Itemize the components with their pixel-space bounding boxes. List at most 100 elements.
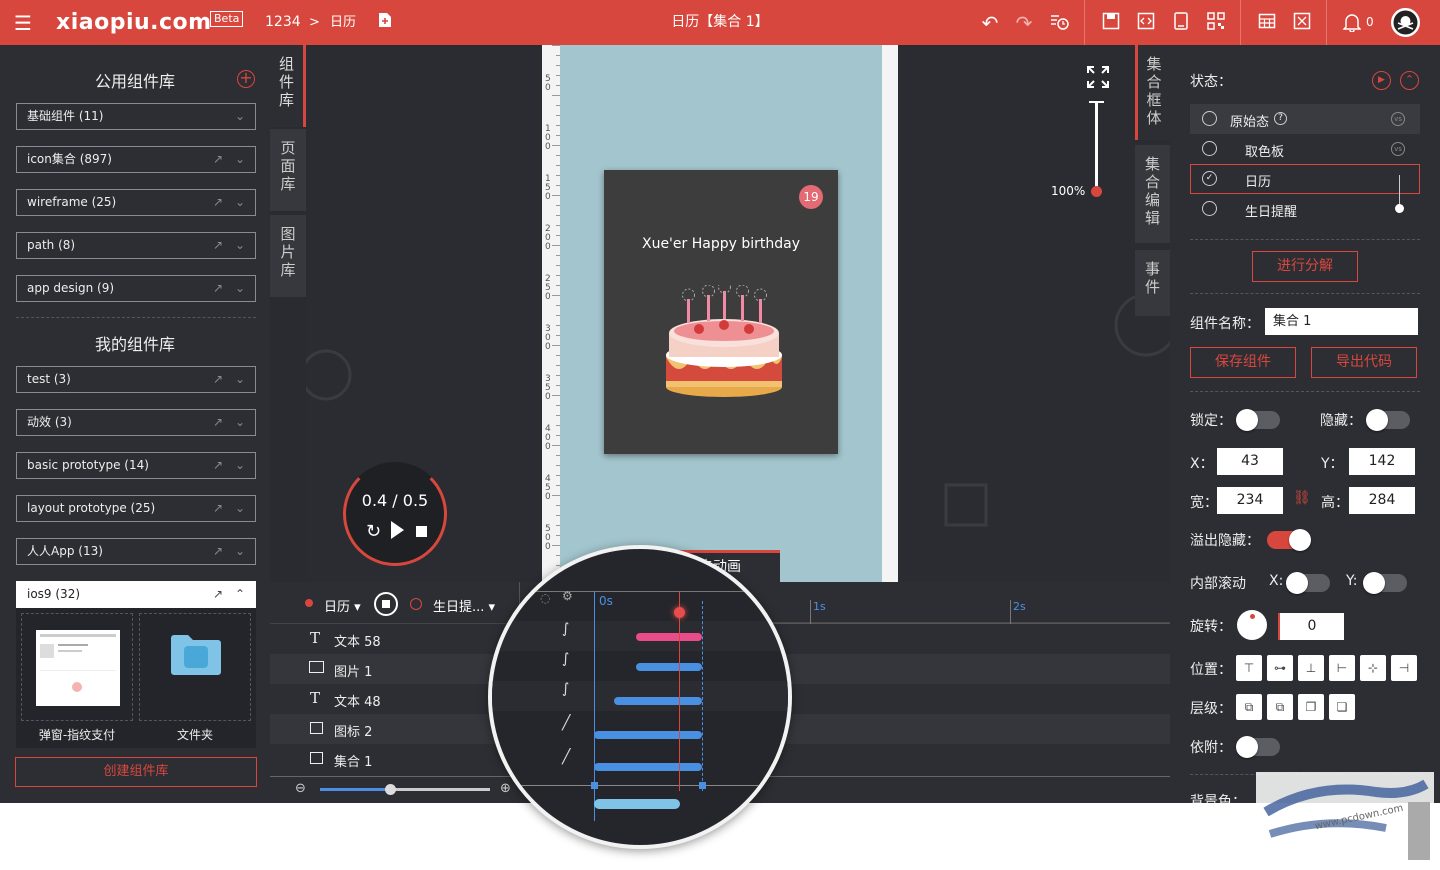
- tab-page-library[interactable]: 页面库: [270, 129, 306, 211]
- bring-forward-icon[interactable]: ⧉: [1267, 694, 1293, 720]
- y-input[interactable]: 142: [1349, 448, 1415, 475]
- linear-curve-icon[interactable]: ╱: [562, 715, 570, 731]
- range-end-handle[interactable]: [699, 782, 706, 789]
- easing-settings-icon[interactable]: ⚙: [562, 589, 573, 603]
- redo-icon[interactable]: ↷: [1013, 12, 1035, 34]
- stop-icon[interactable]: [416, 526, 427, 537]
- library-item-expanded[interactable]: ios9 (32) ↗ ⌃: [16, 581, 256, 608]
- x-input[interactable]: 43: [1217, 448, 1283, 475]
- timeline-bar-icon2[interactable]: [594, 731, 702, 739]
- add-library-icon[interactable]: +: [237, 70, 255, 88]
- zoom-in-icon[interactable]: ⊕: [500, 781, 511, 796]
- overflow-hidden-toggle[interactable]: [1267, 529, 1311, 551]
- avatar[interactable]: [1391, 8, 1420, 37]
- tab-events[interactable]: 事件: [1135, 250, 1170, 316]
- breadcrumb-page[interactable]: 日历: [330, 0, 356, 45]
- library-item[interactable]: icon集合 (897) ↗ ⌄: [16, 146, 256, 173]
- send-to-back-icon[interactable]: ❐: [1298, 694, 1324, 720]
- linear-curve-icon[interactable]: ╱: [562, 749, 570, 765]
- send-backward-icon[interactable]: ⧉: [1236, 694, 1262, 720]
- timeline-bar-group1[interactable]: [594, 763, 702, 771]
- open-external-icon[interactable]: ↗: [213, 367, 223, 392]
- qr-icon[interactable]: [1205, 12, 1227, 34]
- library-item[interactable]: basic prototype (14) ↗ ⌄: [16, 452, 256, 479]
- zoom-slider-track[interactable]: [1095, 101, 1098, 193]
- hide-toggle[interactable]: [1366, 409, 1410, 431]
- attach-toggle[interactable]: [1236, 736, 1280, 758]
- timeline-zoom-handle[interactable]: [385, 784, 396, 795]
- tab-collection-frame[interactable]: 集合框体: [1135, 45, 1170, 140]
- tab-collection-edit[interactable]: 集合编辑: [1135, 145, 1170, 243]
- menu-icon[interactable]: ☰: [12, 12, 34, 34]
- stop-record-icon[interactable]: [374, 592, 398, 616]
- component-name-input[interactable]: 集合 1: [1265, 308, 1418, 335]
- thumbnail-card[interactable]: [139, 613, 251, 721]
- doc-icon[interactable]: [374, 12, 396, 34]
- chevron-down-icon[interactable]: ⌄: [235, 410, 245, 435]
- open-external-icon[interactable]: ↗: [213, 453, 223, 478]
- height-input[interactable]: 284: [1349, 487, 1415, 514]
- fullscreen-icon[interactable]: [1291, 12, 1313, 34]
- playhead-handle[interactable]: [674, 607, 685, 618]
- scroll-x-toggle[interactable]: [1286, 572, 1330, 594]
- design-canvas[interactable]: 50100150200250300350400450500 19 Xue'er …: [306, 45, 1170, 582]
- rotate-input[interactable]: 0: [1278, 613, 1344, 640]
- easing-curve-icon[interactable]: ∫: [562, 651, 569, 667]
- logo[interactable]: xiaopiu.com: [56, 0, 212, 45]
- hide-icon[interactable]: ◌: [540, 591, 550, 605]
- chevron-down-icon[interactable]: ⌄: [235, 190, 245, 215]
- easing-curve-icon[interactable]: ∫: [562, 681, 569, 697]
- state-selector-target[interactable]: 生日提... ▾: [433, 596, 495, 615]
- mobile-icon[interactable]: [1170, 12, 1192, 34]
- replay-icon[interactable]: ↻: [366, 521, 381, 542]
- open-external-icon[interactable]: ↗: [213, 276, 223, 301]
- chevron-up-icon[interactable]: ⌃: [235, 582, 245, 607]
- open-external-icon[interactable]: ↗: [213, 582, 223, 607]
- tab-image-library[interactable]: 图片库: [270, 215, 306, 297]
- chevron-down-icon[interactable]: ⌄: [235, 453, 245, 478]
- chevron-down-icon[interactable]: ⌄: [235, 147, 245, 172]
- fit-screen-icon[interactable]: [1086, 65, 1110, 89]
- save-component-button[interactable]: 保存组件: [1190, 347, 1296, 378]
- breadcrumb-project[interactable]: 1234: [265, 0, 301, 45]
- width-input[interactable]: 234: [1217, 487, 1283, 514]
- open-external-icon[interactable]: ↗: [213, 539, 223, 564]
- zoom-out-icon[interactable]: ⊖: [295, 781, 306, 796]
- align-center-icon[interactable]: ⊹: [1360, 655, 1386, 681]
- library-item[interactable]: test (3) ↗ ⌄: [16, 366, 256, 393]
- align-left-icon[interactable]: ⊢: [1329, 655, 1355, 681]
- play-state-icon[interactable]: ▶: [1372, 71, 1391, 90]
- thumbnail-card[interactable]: [21, 613, 133, 721]
- chevron-down-icon[interactable]: ⌄: [235, 233, 245, 258]
- radio-icon[interactable]: [1202, 141, 1217, 156]
- undo-icon[interactable]: ↶: [979, 12, 1001, 34]
- library-item[interactable]: app design (9) ↗ ⌄: [16, 275, 256, 302]
- scroll-y-toggle[interactable]: [1363, 572, 1407, 594]
- chevron-down-icon[interactable]: ⌄: [235, 496, 245, 521]
- align-middle-icon[interactable]: ⊶: [1267, 655, 1293, 681]
- bell-icon[interactable]: [1341, 12, 1363, 34]
- vs-icon[interactable]: vs: [1391, 112, 1405, 126]
- library-item[interactable]: layout prototype (25) ↗ ⌄: [16, 495, 256, 522]
- align-bottom-icon[interactable]: ⊥: [1298, 655, 1324, 681]
- create-library-button[interactable]: 创建组件库: [15, 757, 257, 787]
- library-item[interactable]: path (8) ↗ ⌄: [16, 232, 256, 259]
- chevron-down-icon[interactable]: ⌄: [235, 539, 245, 564]
- grid-icon[interactable]: [1256, 12, 1278, 34]
- radio-icon[interactable]: [1202, 201, 1217, 216]
- code-icon[interactable]: [1135, 12, 1157, 34]
- zoom-slider-handle[interactable]: [1091, 186, 1102, 197]
- library-item[interactable]: 动效 (3) ↗ ⌄: [16, 409, 256, 436]
- timeline-bar-text58[interactable]: [636, 633, 702, 641]
- history-icon[interactable]: [1048, 12, 1070, 34]
- state-selector-current[interactable]: 日历 ▾: [324, 596, 361, 615]
- align-right-icon[interactable]: ⊣: [1391, 655, 1417, 681]
- easing-curve-icon[interactable]: ∫: [562, 621, 569, 637]
- save-icon[interactable]: [1100, 12, 1122, 34]
- timeline-scrollbar[interactable]: [594, 799, 680, 809]
- open-external-icon[interactable]: ↗: [213, 190, 223, 215]
- chevron-down-icon[interactable]: ⌄: [235, 104, 245, 129]
- range-start-handle[interactable]: [591, 782, 598, 789]
- state-item[interactable]: 取色板 vs: [1190, 134, 1420, 164]
- state-item-selected[interactable]: ✓ 日历: [1190, 164, 1420, 194]
